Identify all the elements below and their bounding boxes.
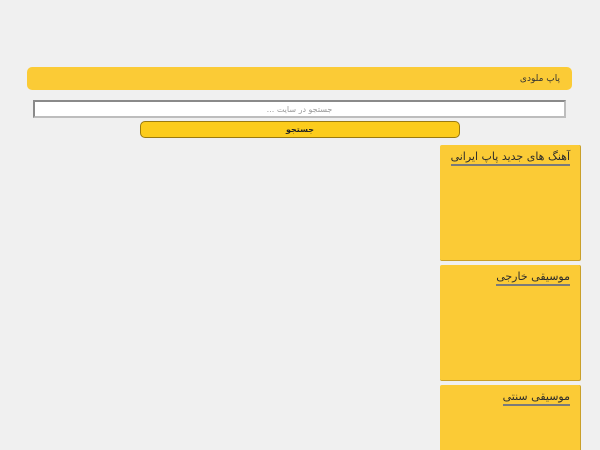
category-title[interactable]: آهنگ های جدید پاپ ایرانی [450,150,570,166]
site-title[interactable]: پاپ ملودی [520,74,560,84]
category-box-pop-iranian: آهنگ های جدید پاپ ایرانی [440,145,581,261]
page: پاپ ملودی جستجو آهنگ های جدید پاپ ایرانی… [0,0,600,450]
category-box-traditional-music: موسیقی سنتی [440,385,581,450]
search-button[interactable]: جستجو [140,121,460,138]
category-title[interactable]: موسیقی سنتی [502,390,570,406]
search-input[interactable] [33,100,566,118]
site-header: پاپ ملودی [27,67,572,90]
category-box-foreign-music: موسیقی خارجی [440,265,581,381]
category-title[interactable]: موسیقی خارجی [496,270,570,286]
